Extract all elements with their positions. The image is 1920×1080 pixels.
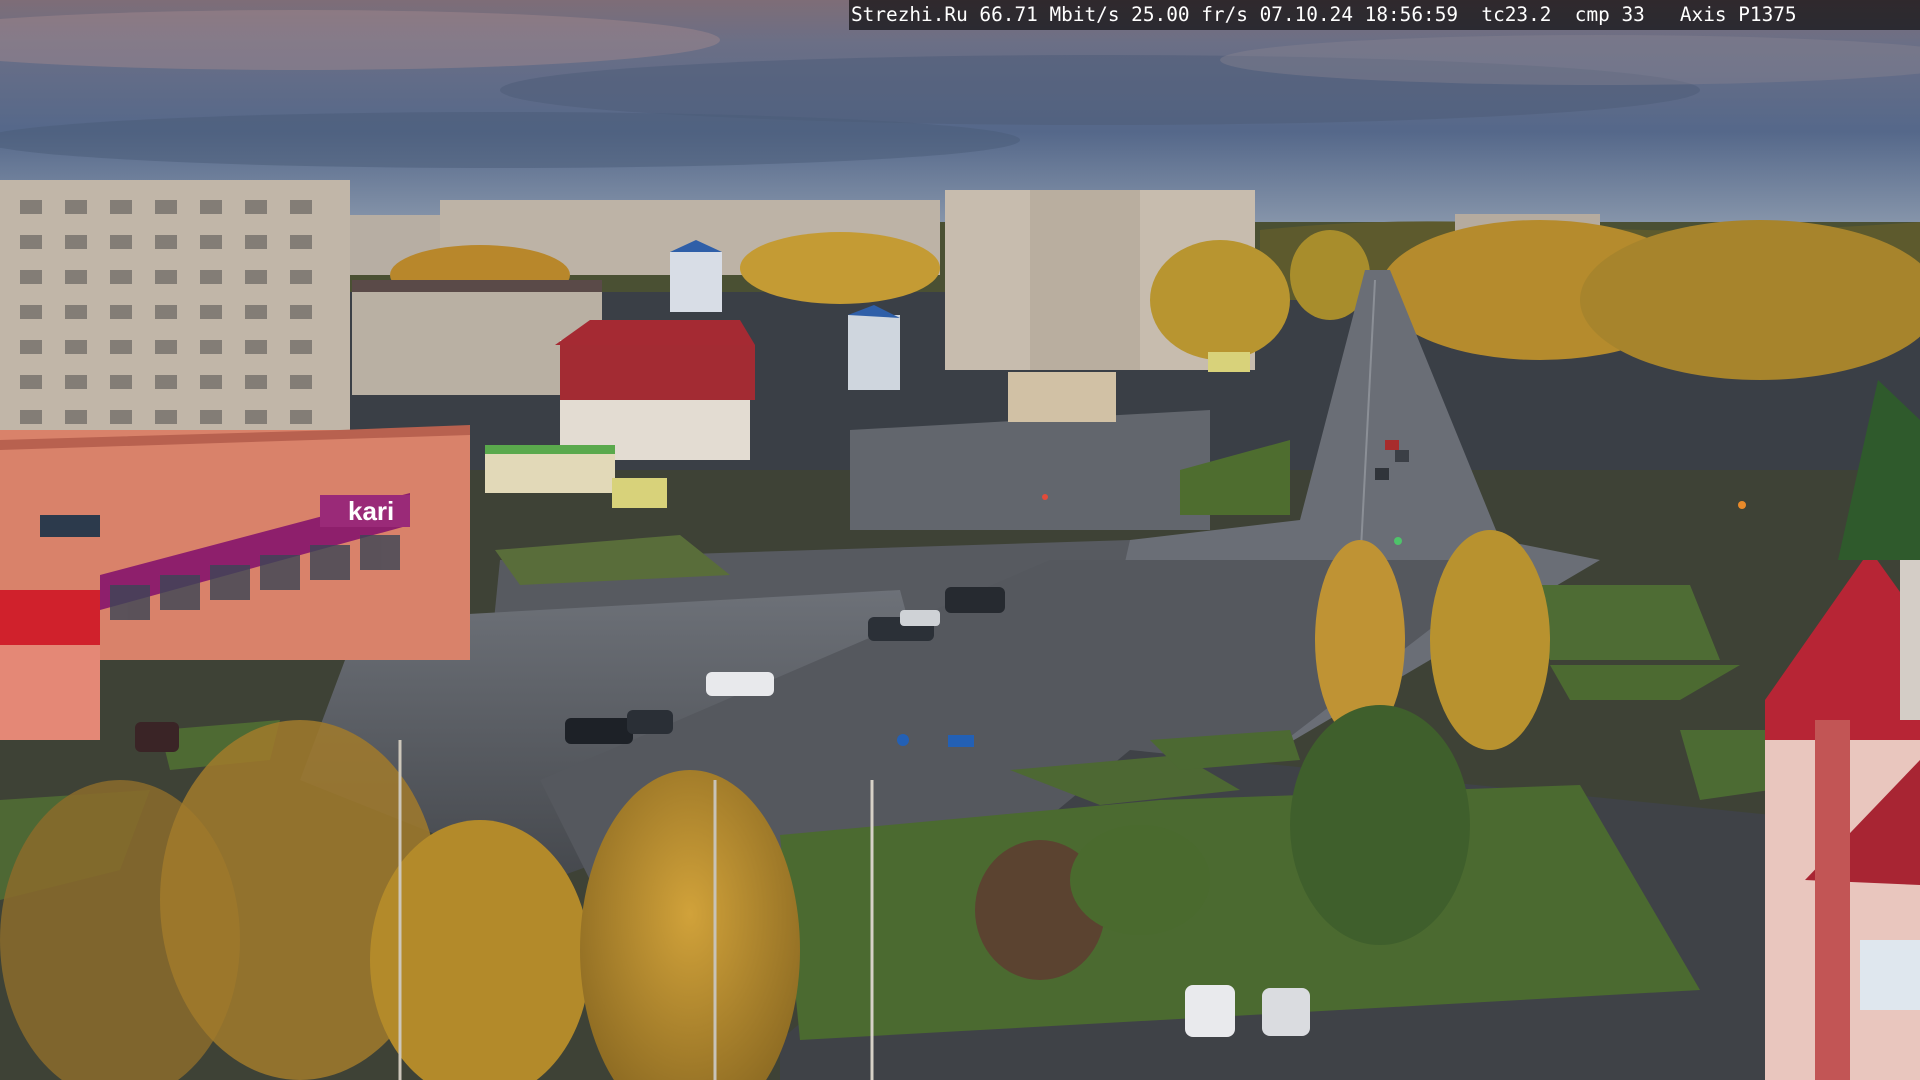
camera-info-overlay: Strezhi.Ru 66.71 Mbit/s 25.00 fr/s 07.10… <box>849 0 1920 30</box>
store-sign-brand: kari <box>348 496 394 526</box>
webcam-scene: kari <box>0 0 1920 1080</box>
